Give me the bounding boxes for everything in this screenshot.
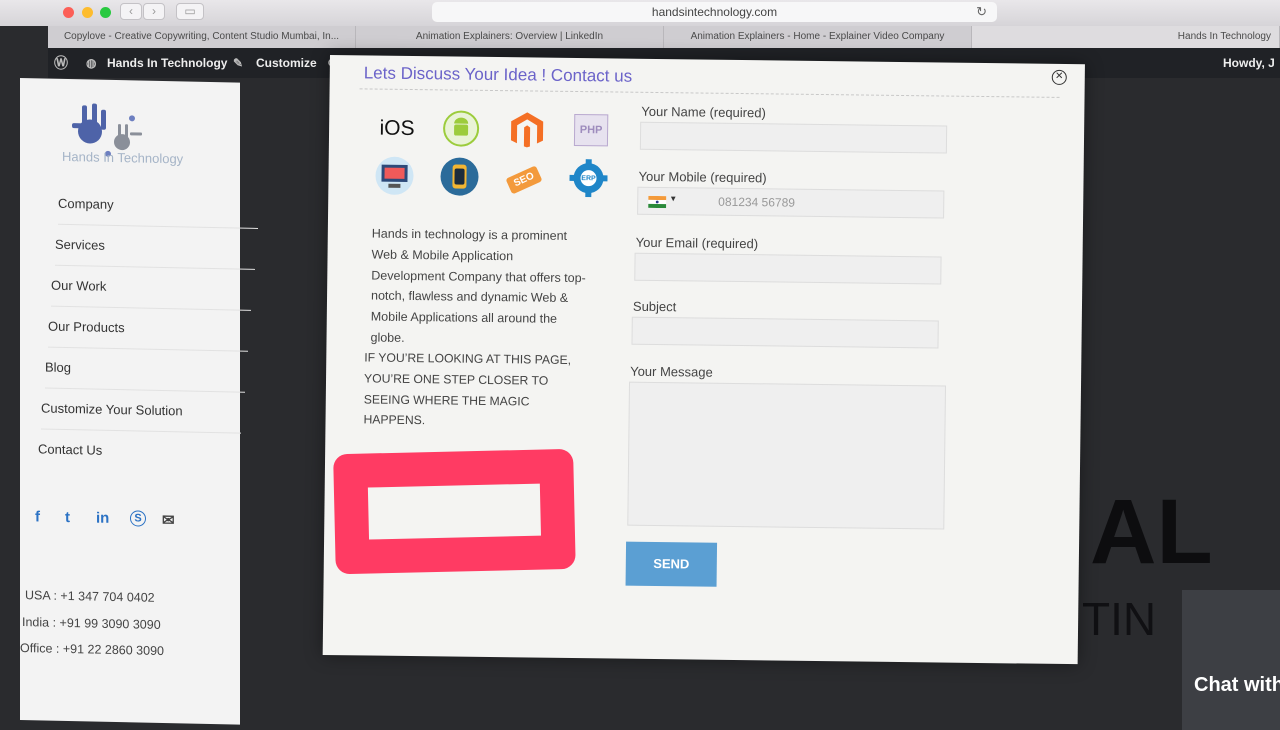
tab-linkedin[interactable]: Animation Explainers: Overview | LinkedI… xyxy=(356,26,664,48)
web-design-icon xyxy=(374,156,414,196)
subject-field[interactable] xyxy=(631,316,939,349)
address-bar[interactable]: handsintechnology.com ↻ xyxy=(432,2,997,22)
logo-text: Hands In Technology xyxy=(62,148,184,167)
sidebar-item-company[interactable]: Company xyxy=(58,183,258,229)
subject-label: Subject xyxy=(632,298,677,315)
name-label: Your Name (required) xyxy=(641,103,766,121)
chat-widget[interactable]: Chat with xyxy=(1182,590,1280,730)
magento-icon xyxy=(507,109,547,149)
dashboard-icon: ◍ xyxy=(86,56,97,70)
sidebar-item-customize[interactable]: Customize Your Solution xyxy=(41,388,241,434)
admin-customize[interactable]: Customize xyxy=(256,56,317,70)
forward-button[interactable]: › xyxy=(143,3,165,20)
message-label: Your Message xyxy=(630,363,713,380)
magic-tagline: If you’re looking at this page, you’re o… xyxy=(363,350,572,428)
minimize-window-button[interactable] xyxy=(82,7,93,18)
email-icon[interactable]: ✉ xyxy=(162,511,175,529)
tab-animation-explainers[interactable]: Animation Explainers - Home - Explainer … xyxy=(664,26,972,48)
sidebar-item-blog[interactable]: Blog xyxy=(45,347,245,393)
twitter-icon[interactable]: t xyxy=(65,509,70,526)
email-field[interactable] xyxy=(634,252,942,285)
title-divider xyxy=(359,88,1060,98)
reload-icon[interactable]: ↻ xyxy=(976,2,987,22)
smartwatch-icon xyxy=(439,156,479,196)
redaction-mark xyxy=(333,448,576,575)
maximize-window-button[interactable] xyxy=(100,7,111,18)
sidebar-item-services[interactable]: Services xyxy=(55,224,255,270)
admin-site-name[interactable]: Hands In Technology xyxy=(107,56,227,70)
chat-label: Chat with xyxy=(1194,674,1280,696)
contact-india[interactable]: India : +91 99 3090 3090 xyxy=(22,615,161,632)
php-icon: PHP xyxy=(571,110,611,150)
site-sidebar: Hands In Technology Company Services Our… xyxy=(20,78,258,725)
facebook-icon[interactable]: f xyxy=(35,508,40,525)
company-description: Hands in technology is a prominent Web &… xyxy=(370,226,586,345)
message-field[interactable] xyxy=(627,381,947,530)
contact-office[interactable]: Office : +91 22 2860 3090 xyxy=(20,641,164,658)
sidebar-toggle-button[interactable]: ▭ xyxy=(176,3,204,20)
close-window-button[interactable] xyxy=(63,7,74,18)
browser-toolbar: ‹ › ▭ handsintechnology.com ↻ xyxy=(0,0,1280,26)
sidebar-item-our-products[interactable]: Our Products xyxy=(48,306,248,352)
admin-greeting[interactable]: Howdy, J xyxy=(1223,56,1275,70)
country-dropdown-icon[interactable]: ▼ xyxy=(669,194,677,203)
email-label: Your Email (required) xyxy=(635,234,759,252)
tab-hands-in-technology[interactable]: Hands In Technology xyxy=(972,26,1280,48)
contact-usa[interactable]: USA : +1 347 704 0402 xyxy=(25,588,155,605)
erp-icon: ERP xyxy=(568,158,608,198)
background-subheading: TIN xyxy=(1082,593,1157,645)
android-icon xyxy=(441,108,481,148)
contact-modal: Lets Discuss Your Idea ! Contact us ✕ iO… xyxy=(322,55,1085,665)
background-heading: AL xyxy=(1090,481,1213,583)
wordpress-icon[interactable]: Ⓦ xyxy=(54,53,68,73)
mobile-label: Your Mobile (required) xyxy=(638,168,767,186)
url-text: handsintechnology.com xyxy=(651,5,778,19)
linkedin-icon[interactable]: in xyxy=(96,510,109,527)
sidebar-item-contact-us[interactable]: Contact Us xyxy=(38,429,238,474)
sidebar-item-our-work[interactable]: Our Work xyxy=(51,265,251,311)
india-flag-icon[interactable] xyxy=(648,195,667,209)
back-button[interactable]: ‹ xyxy=(120,3,142,20)
tab-copylove[interactable]: Copylove - Creative Copywriting, Content… xyxy=(48,26,356,48)
skype-icon[interactable]: S xyxy=(130,510,146,527)
mobile-placeholder: 081234 56789 xyxy=(718,194,796,210)
send-button[interactable]: SEND xyxy=(625,541,718,587)
modal-title: Lets Discuss Your Idea ! Contact us xyxy=(363,63,633,86)
brush-icon: ✎ xyxy=(233,56,244,70)
tab-bar: Copylove - Creative Copywriting, Content… xyxy=(48,26,1280,48)
seo-icon: SEO xyxy=(504,159,544,199)
close-icon[interactable]: ✕ xyxy=(1051,69,1067,86)
ios-icon: iOS xyxy=(379,116,415,141)
name-field[interactable] xyxy=(639,121,948,154)
mobile-field[interactable]: ▼ 081234 56789 xyxy=(637,186,945,219)
